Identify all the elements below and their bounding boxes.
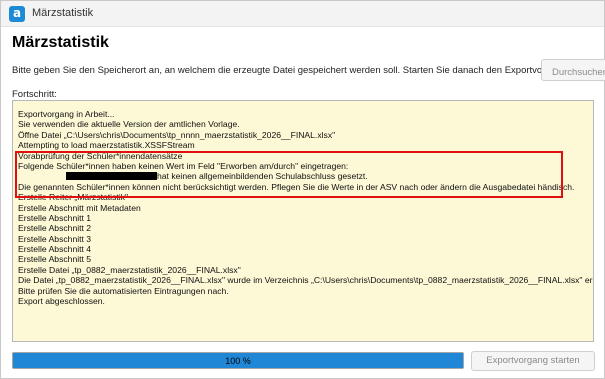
progress-percent: 100 %	[225, 356, 251, 366]
app-logo-icon: a	[9, 6, 25, 22]
log-line: Erstelle Abschnitt mit Metadaten	[18, 202, 141, 213]
export-log-panel[interactable]: Exportvorgang in Arbeit... Sie verwenden…	[12, 100, 594, 342]
title-bar[interactable]: a Märzstatistik	[1, 1, 604, 27]
log-line: Export abgeschlossen.	[18, 296, 105, 307]
progress-label: Fortschritt:	[12, 89, 57, 100]
start-export-button[interactable]: Exportvorgang starten	[471, 351, 595, 371]
export-dialog-window: a Märzstatistik Märzstatistik Bitte gebe…	[0, 0, 605, 379]
log-line: Die Datei „tp_0882_maerzstatistik_2026__…	[18, 275, 593, 286]
log-line: Erstelle Abschnitt 3	[18, 233, 92, 244]
log-line: Sie verwenden die aktuelle Version der a…	[18, 119, 240, 130]
instruction-text: Bitte geben Sie den Speicherort an, an w…	[12, 65, 570, 76]
page-title: Märzstatistik	[12, 34, 109, 51]
log-line: Erstelle Abschnitt 2	[18, 223, 92, 234]
export-progress-bar: 100 %	[12, 352, 464, 369]
log-line: Exportvorgang in Arbeit...	[18, 109, 115, 119]
highlight-box	[15, 151, 563, 198]
log-line: Bitte prüfen Sie die automatisierten Ein…	[18, 285, 229, 296]
window-title: Märzstatistik	[32, 7, 94, 19]
log-line: Erstelle Abschnitt 4	[18, 244, 92, 255]
log-line: Erstelle Datei „tp_0882_maerzstatistik_2…	[18, 264, 241, 275]
log-line: Attempting to load maerzstatistik.XSSFSt…	[18, 140, 195, 151]
log-line: Erstelle Abschnitt 5	[18, 254, 92, 265]
log-line: Erstelle Abschnitt 1	[18, 212, 92, 223]
browse-button[interactable]: Durchsuchen...	[541, 59, 605, 81]
log-line: Öffne Datei „C:\Users\chris\Documents\tp…	[18, 129, 336, 140]
log-content: Exportvorgang in Arbeit... Sie verwenden…	[13, 101, 593, 341]
